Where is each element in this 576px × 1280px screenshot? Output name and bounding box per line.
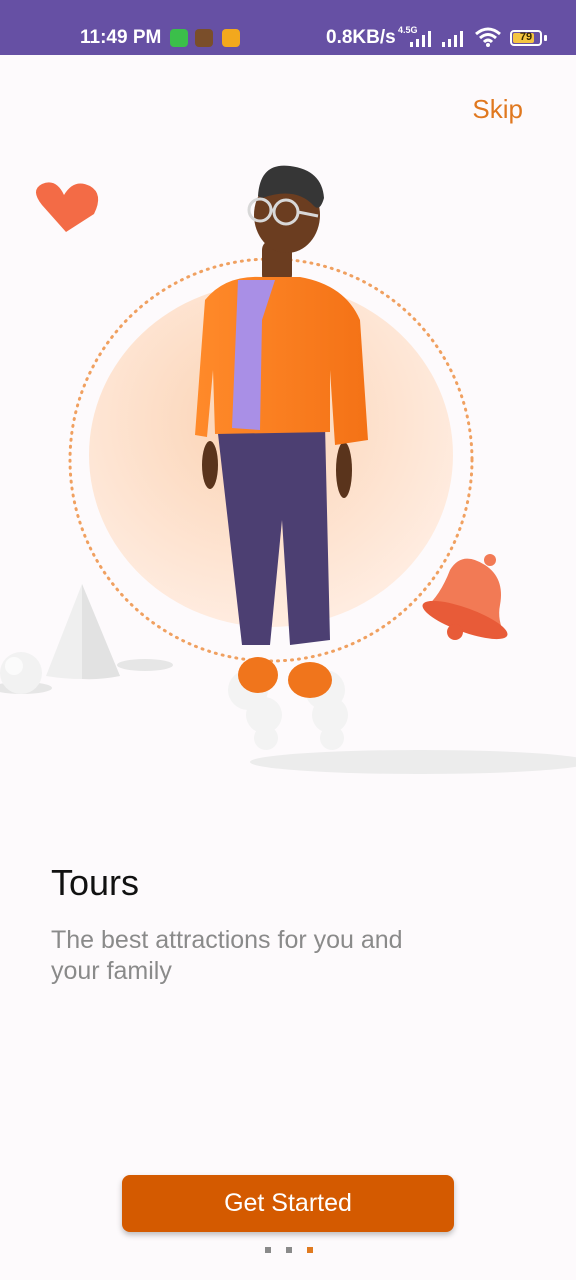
page-dot — [265, 1247, 271, 1253]
sphere-shape — [0, 652, 52, 694]
page-dot — [286, 1247, 292, 1253]
get-started-button[interactable]: Get Started — [122, 1175, 454, 1232]
battery-level: 79 — [519, 31, 533, 43]
game-notification-icon — [195, 29, 213, 47]
onboarding-illustration — [0, 165, 576, 774]
signal-icon — [410, 31, 431, 47]
status-time: 11:49 PM — [80, 27, 162, 48]
network-speed: 0.8KB/s — [326, 27, 396, 48]
page-dot — [307, 1247, 313, 1253]
person-figure — [195, 165, 368, 750]
chat-notification-icon — [222, 29, 240, 47]
page-title: Tours — [51, 862, 140, 903]
floor-shadow — [250, 750, 576, 774]
app-notification-icon — [170, 29, 188, 47]
bell-icon — [422, 554, 508, 640]
skip-button[interactable]: Skip — [472, 94, 523, 125]
status-bar: 11:49 PM 0.8KB/s 4.5G 79 — [0, 0, 576, 55]
wifi-icon — [475, 27, 501, 47]
heart-icon — [36, 182, 99, 232]
cone-shape — [46, 584, 173, 680]
page-subtitle: The best attractions for you and your fa… — [51, 926, 403, 985]
battery-tip — [544, 35, 547, 41]
signal-icon — [442, 31, 463, 47]
battery-icon: 79 — [510, 30, 542, 46]
